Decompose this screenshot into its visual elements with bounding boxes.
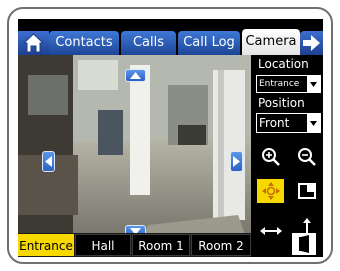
position-value: Front <box>259 116 290 130</box>
position-select[interactable]: Front <box>256 113 321 133</box>
chevron-down-icon <box>307 114 320 132</box>
camera-tab-bar: Entrance Hall Room 1 Room 2 <box>18 233 251 257</box>
camera-tab-entrance[interactable]: Entrance <box>18 234 74 256</box>
camera-tab-room-1[interactable]: Room 1 <box>132 234 190 256</box>
door-open-button[interactable] <box>292 233 316 255</box>
camera-tab-room-2[interactable]: Room 2 <box>191 234 251 256</box>
arrow-right-small-icon <box>233 156 240 167</box>
home-button[interactable] <box>18 31 49 55</box>
arrow-right-icon <box>303 35 320 51</box>
camera-tab-hall[interactable]: Hall <box>75 234 131 256</box>
pan-tilt-mode-button[interactable] <box>257 179 284 203</box>
zoom-out-icon <box>297 148 316 166</box>
tilt-up-button[interactable] <box>125 69 146 82</box>
location-label: Location <box>258 57 309 71</box>
location-select[interactable]: Entrance <box>256 75 321 93</box>
chevron-down-icon <box>307 76 320 92</box>
zoom-in-button[interactable] <box>258 146 283 168</box>
pan-horizontal-button[interactable] <box>258 220 283 242</box>
pan-left-button[interactable] <box>42 151 55 172</box>
pan-horizontal-icon <box>259 227 282 235</box>
camera-video-feed[interactable] <box>18 55 251 251</box>
next-tabs-button[interactable] <box>300 31 323 55</box>
location-value: Entrance <box>259 79 300 89</box>
camera-controls-panel: Location Entrance Position Front <box>254 55 323 255</box>
door-icon <box>292 233 316 255</box>
tab-calls[interactable]: Calls <box>121 31 176 55</box>
position-label: Position <box>258 96 305 110</box>
camera-app-panel: Contacts Calls Call Log Camera Location … <box>18 19 323 257</box>
arrow-left-icon <box>45 156 52 167</box>
zoom-in-icon <box>261 148 280 166</box>
tab-camera[interactable]: Camera <box>242 29 300 55</box>
pan-right-button[interactable] <box>230 151 243 172</box>
arrow-up-icon <box>130 72 141 79</box>
tab-bar: Contacts Calls Call Log Camera <box>18 19 323 55</box>
preset-icon <box>297 183 316 199</box>
home-icon <box>22 33 45 53</box>
preset-button[interactable] <box>294 180 319 202</box>
tab-call-log[interactable]: Call Log <box>178 31 240 55</box>
zoom-out-button[interactable] <box>294 146 319 168</box>
pan-tilt-icon <box>261 182 280 200</box>
tab-contacts[interactable]: Contacts <box>49 31 119 55</box>
